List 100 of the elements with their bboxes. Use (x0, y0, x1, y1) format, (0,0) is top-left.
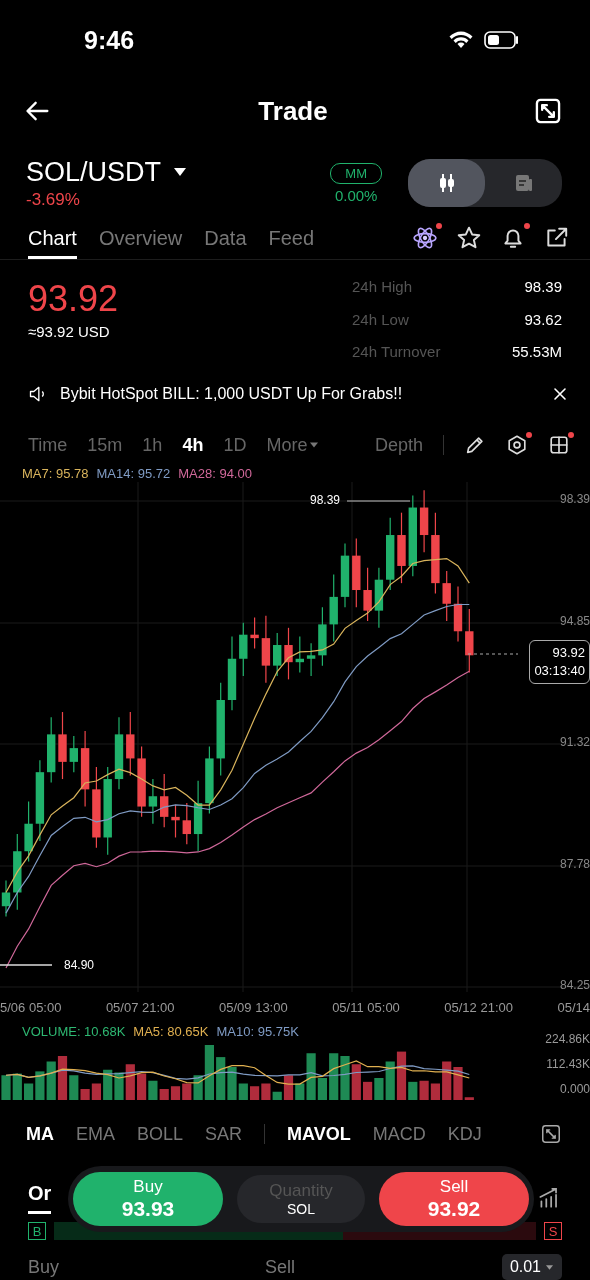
column-label: Buy (28, 1256, 61, 1278)
candle (374, 567, 384, 629)
volume-bar (137, 1073, 147, 1100)
axis-label: 5/06 05:00 (0, 1000, 62, 1015)
price-change: -3.69% (26, 189, 81, 210)
interval-tab[interactable]: 1h (142, 434, 163, 456)
candle (442, 570, 451, 622)
candle (160, 773, 169, 828)
indicator-tab[interactable]: BOLL (137, 1123, 184, 1145)
step-dropdown[interactable]: 0.01 (501, 1254, 562, 1280)
candle (261, 615, 271, 684)
indicator-tab[interactable]: MACD (372, 1123, 426, 1145)
grid-icon[interactable] (548, 434, 570, 456)
indicator-tab[interactable]: MA (26, 1123, 54, 1145)
axis-label: 05/11 05:00 (332, 1000, 400, 1015)
axis-label: 05/12 21:00 (444, 1000, 513, 1015)
indicator-tab[interactable]: MAVOL (287, 1123, 351, 1145)
candle (239, 622, 248, 677)
candle (148, 778, 158, 825)
volume-value: MA5: 80.65K (133, 1023, 209, 1039)
close-icon[interactable] (552, 386, 568, 402)
indicator-tab[interactable]: EMA (76, 1123, 115, 1145)
volume-bar (340, 1056, 350, 1100)
axis-label: 91.32 (559, 735, 590, 749)
candle (306, 642, 316, 677)
candle (205, 745, 214, 814)
indicator-tab[interactable]: KDJ (447, 1123, 482, 1145)
tab[interactable]: Chart (28, 216, 77, 259)
page-title: Trade (258, 95, 328, 127)
axis-label: 0.000 (559, 1082, 590, 1096)
high-price-label: 98.39 (310, 493, 341, 507)
axis-label: 98.39 (559, 492, 590, 506)
expand-icon[interactable] (534, 97, 562, 125)
settings-icon[interactable] (506, 434, 528, 456)
interval-tab[interactable]: 1D (223, 434, 247, 456)
candle (465, 608, 474, 674)
sell-badge: S (544, 1222, 562, 1240)
tab[interactable]: Feed (268, 216, 315, 259)
volume-value: VOLUME: 10.68K (22, 1023, 126, 1039)
ma-value: MA28: 94.00 (178, 465, 252, 481)
candle (171, 804, 180, 839)
axis-label: 84.25 (559, 978, 590, 992)
buy-button[interactable]: Buy 93.93 (73, 1172, 223, 1226)
candle (352, 537, 361, 608)
stat-value: 55.53M (510, 343, 562, 363)
interval-tab[interactable]: Time (28, 434, 68, 456)
depth-tab[interactable]: Depth (374, 434, 423, 456)
caret-icon (545, 1263, 554, 1271)
axis-label: 224.86K (545, 1032, 590, 1046)
interval-tab[interactable]: 15m (87, 434, 123, 456)
candle (453, 586, 463, 643)
leader-line (347, 499, 410, 503)
mm-badge: MM (330, 162, 382, 184)
candle (397, 512, 406, 584)
star-icon[interactable] (456, 224, 482, 251)
interval-tab[interactable]: 4h (182, 434, 204, 456)
view-option[interactable] (408, 159, 485, 207)
last-price: 93.92 (28, 278, 119, 320)
interval-tab[interactable]: More (266, 434, 320, 456)
mm-rate: 0.00% (334, 186, 378, 204)
stat-label: 24h High (352, 278, 414, 297)
candle (273, 632, 282, 677)
axis-label: 05/09 13:00 (219, 1000, 288, 1015)
volume-bar (329, 1053, 339, 1100)
volume-bar (363, 1081, 373, 1100)
axis-label: 05/14 (557, 1000, 590, 1015)
volume-bar (351, 1064, 361, 1100)
pencil-icon[interactable] (464, 434, 486, 456)
candle (329, 573, 338, 643)
candle (182, 802, 191, 845)
stat-label: 24h Turnover (352, 343, 442, 363)
leader-line (468, 652, 518, 656)
axis-label: 05/07 21:00 (105, 1000, 175, 1015)
leader-line (0, 963, 52, 967)
axis-label: 112.43K (546, 1057, 590, 1071)
volume-bar (170, 1086, 181, 1100)
status-time: 9:46 (84, 25, 135, 55)
tab[interactable]: Data (204, 216, 247, 259)
volume-bar (419, 1080, 429, 1100)
wifi-icon (448, 30, 474, 50)
pair-selector[interactable]: SOL/USDT (26, 156, 188, 188)
expand-icon[interactable] (540, 1123, 562, 1145)
candle (250, 616, 259, 650)
volume-bar (430, 1083, 440, 1100)
candle (1, 879, 11, 918)
stat-label: 24h Low (352, 310, 410, 330)
stat-value: 93.62 (523, 310, 562, 330)
stat-value: 98.39 (523, 278, 562, 297)
order-tab[interactable]: Or (28, 1182, 52, 1214)
candle (295, 635, 304, 674)
volume-bar (46, 1061, 56, 1100)
low-price-label: 84.90 (64, 958, 95, 972)
indicator-tab[interactable]: SAR (205, 1123, 243, 1145)
column-label: Sell (264, 1256, 296, 1278)
candle (419, 489, 429, 553)
tab[interactable]: Overview (98, 216, 183, 259)
caret-icon (173, 167, 188, 177)
sell-button[interactable]: Sell 93.92 (379, 1172, 529, 1226)
volume-value: MA10: 95.75K (216, 1023, 299, 1039)
volume-bar (250, 1086, 260, 1100)
